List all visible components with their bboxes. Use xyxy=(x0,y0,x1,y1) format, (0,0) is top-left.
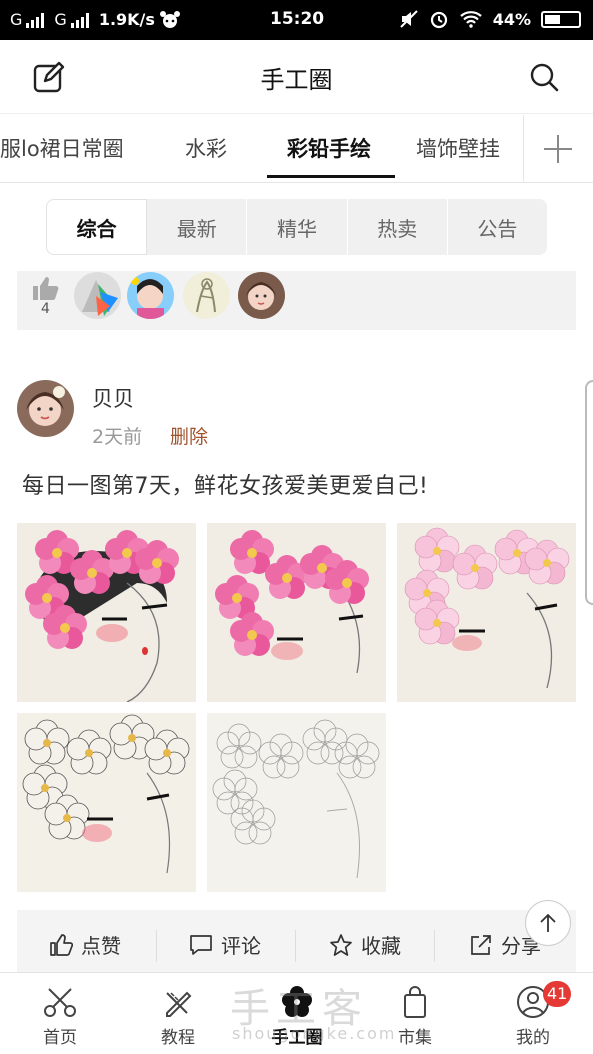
category-tab-wall-decor[interactable]: 墙饰壁挂 xyxy=(416,133,500,163)
alarm-icon xyxy=(430,11,447,29)
status-bar: G G 1.9K/s 15:20 44% xyxy=(0,0,593,40)
status-right: 44% xyxy=(399,9,581,29)
sort-tab-all[interactable]: 综合 xyxy=(46,199,148,255)
category-tab-colored-pencil[interactable]: 彩铅手绘 xyxy=(287,133,371,163)
liker-avatar[interactable] xyxy=(74,272,121,319)
post-image[interactable] xyxy=(207,713,386,892)
thumbs-up-icon xyxy=(50,933,73,956)
top-header: 手工圈 xyxy=(0,40,593,114)
app-notification-icon xyxy=(159,10,180,28)
star-icon xyxy=(330,933,352,956)
category-tab-watercolor[interactable]: 水彩 xyxy=(185,133,227,163)
status-left: G G 1.9K/s xyxy=(10,10,181,29)
add-category-icon[interactable] xyxy=(542,133,574,165)
notification-badge: 41 xyxy=(543,981,572,1007)
scissors-icon xyxy=(44,988,76,1017)
scroll-edge xyxy=(585,380,593,605)
post-content: 每日一图第7天，鲜花女孩爱美更爱自己! xyxy=(22,474,429,499)
shopping-bag-icon xyxy=(404,986,426,1018)
active-tab-underline xyxy=(267,175,395,178)
delete-button[interactable]: 删除 xyxy=(170,422,208,449)
nav-profile[interactable]: 我的 41 xyxy=(493,981,573,1048)
divider xyxy=(295,930,296,962)
sort-tab-notice[interactable]: 公告 xyxy=(448,199,547,255)
search-icon[interactable] xyxy=(529,62,559,92)
arrow-up-icon xyxy=(540,913,556,932)
category-tabs: 服lo裙日常圈 水彩 彩铅手绘 墙饰壁挂 xyxy=(0,115,593,183)
post-time: 2天前 xyxy=(92,426,143,448)
like-button[interactable]: 点赞 xyxy=(49,930,121,959)
favorite-label: 收藏 xyxy=(361,934,401,958)
page-title: 手工圈 xyxy=(260,66,333,94)
nav-home[interactable]: 首页 xyxy=(20,985,100,1048)
battery-percent: 44% xyxy=(492,9,531,29)
author-name[interactable]: 贝贝 xyxy=(92,383,134,413)
back-to-top-button[interactable] xyxy=(525,900,571,946)
carrier-1: G xyxy=(10,10,23,29)
author-avatar[interactable] xyxy=(17,380,74,437)
like-label: 点赞 xyxy=(81,934,121,958)
signal-2-icon xyxy=(70,12,89,28)
network-speed: 1.9K/s xyxy=(98,10,155,29)
post-image[interactable] xyxy=(397,523,576,702)
likers-strip: 4 xyxy=(17,271,576,330)
post-action-bar: 点赞 评论 收藏 分享 xyxy=(17,910,576,972)
post-image[interactable] xyxy=(17,523,196,702)
sort-tab-hot[interactable]: 热卖 xyxy=(348,199,448,255)
post-image[interactable] xyxy=(207,523,386,702)
wifi-icon xyxy=(459,11,482,28)
divider xyxy=(523,115,524,183)
thumbs-up-icon[interactable] xyxy=(31,275,59,301)
divider xyxy=(434,930,435,962)
liker-avatar[interactable] xyxy=(238,272,285,319)
liker-avatar[interactable] xyxy=(183,272,230,319)
nav-tutorials[interactable]: 教程 xyxy=(138,985,218,1048)
comment-label: 评论 xyxy=(221,934,261,958)
nav-label: 我的 xyxy=(516,1028,550,1048)
carrier-2: G xyxy=(54,10,67,29)
mute-icon xyxy=(399,10,418,28)
battery-icon xyxy=(541,10,581,28)
comment-icon xyxy=(190,934,212,955)
sort-tab-featured[interactable]: 精华 xyxy=(247,199,348,255)
like-count: 4 xyxy=(41,301,50,317)
category-tab-lolita[interactable]: 服lo裙日常圈 xyxy=(0,133,124,163)
post-image[interactable] xyxy=(17,713,196,892)
liker-avatar[interactable] xyxy=(127,272,174,319)
signal-1-icon xyxy=(26,12,45,28)
nav-label: 首页 xyxy=(43,1028,77,1048)
sort-tabs: 综合 最新 精华 热卖 公告 xyxy=(46,199,547,255)
sort-tab-latest[interactable]: 最新 xyxy=(147,199,248,255)
comment-button[interactable]: 评论 xyxy=(189,930,261,959)
share-icon xyxy=(471,934,491,955)
favorite-button[interactable]: 收藏 xyxy=(329,930,401,959)
ruler-pencil-icon xyxy=(166,991,192,1017)
divider xyxy=(156,930,157,962)
status-time: 15:20 xyxy=(270,9,325,29)
watermark-url: shougongke.com xyxy=(232,1024,397,1043)
nav-label: 教程 xyxy=(161,1028,195,1048)
